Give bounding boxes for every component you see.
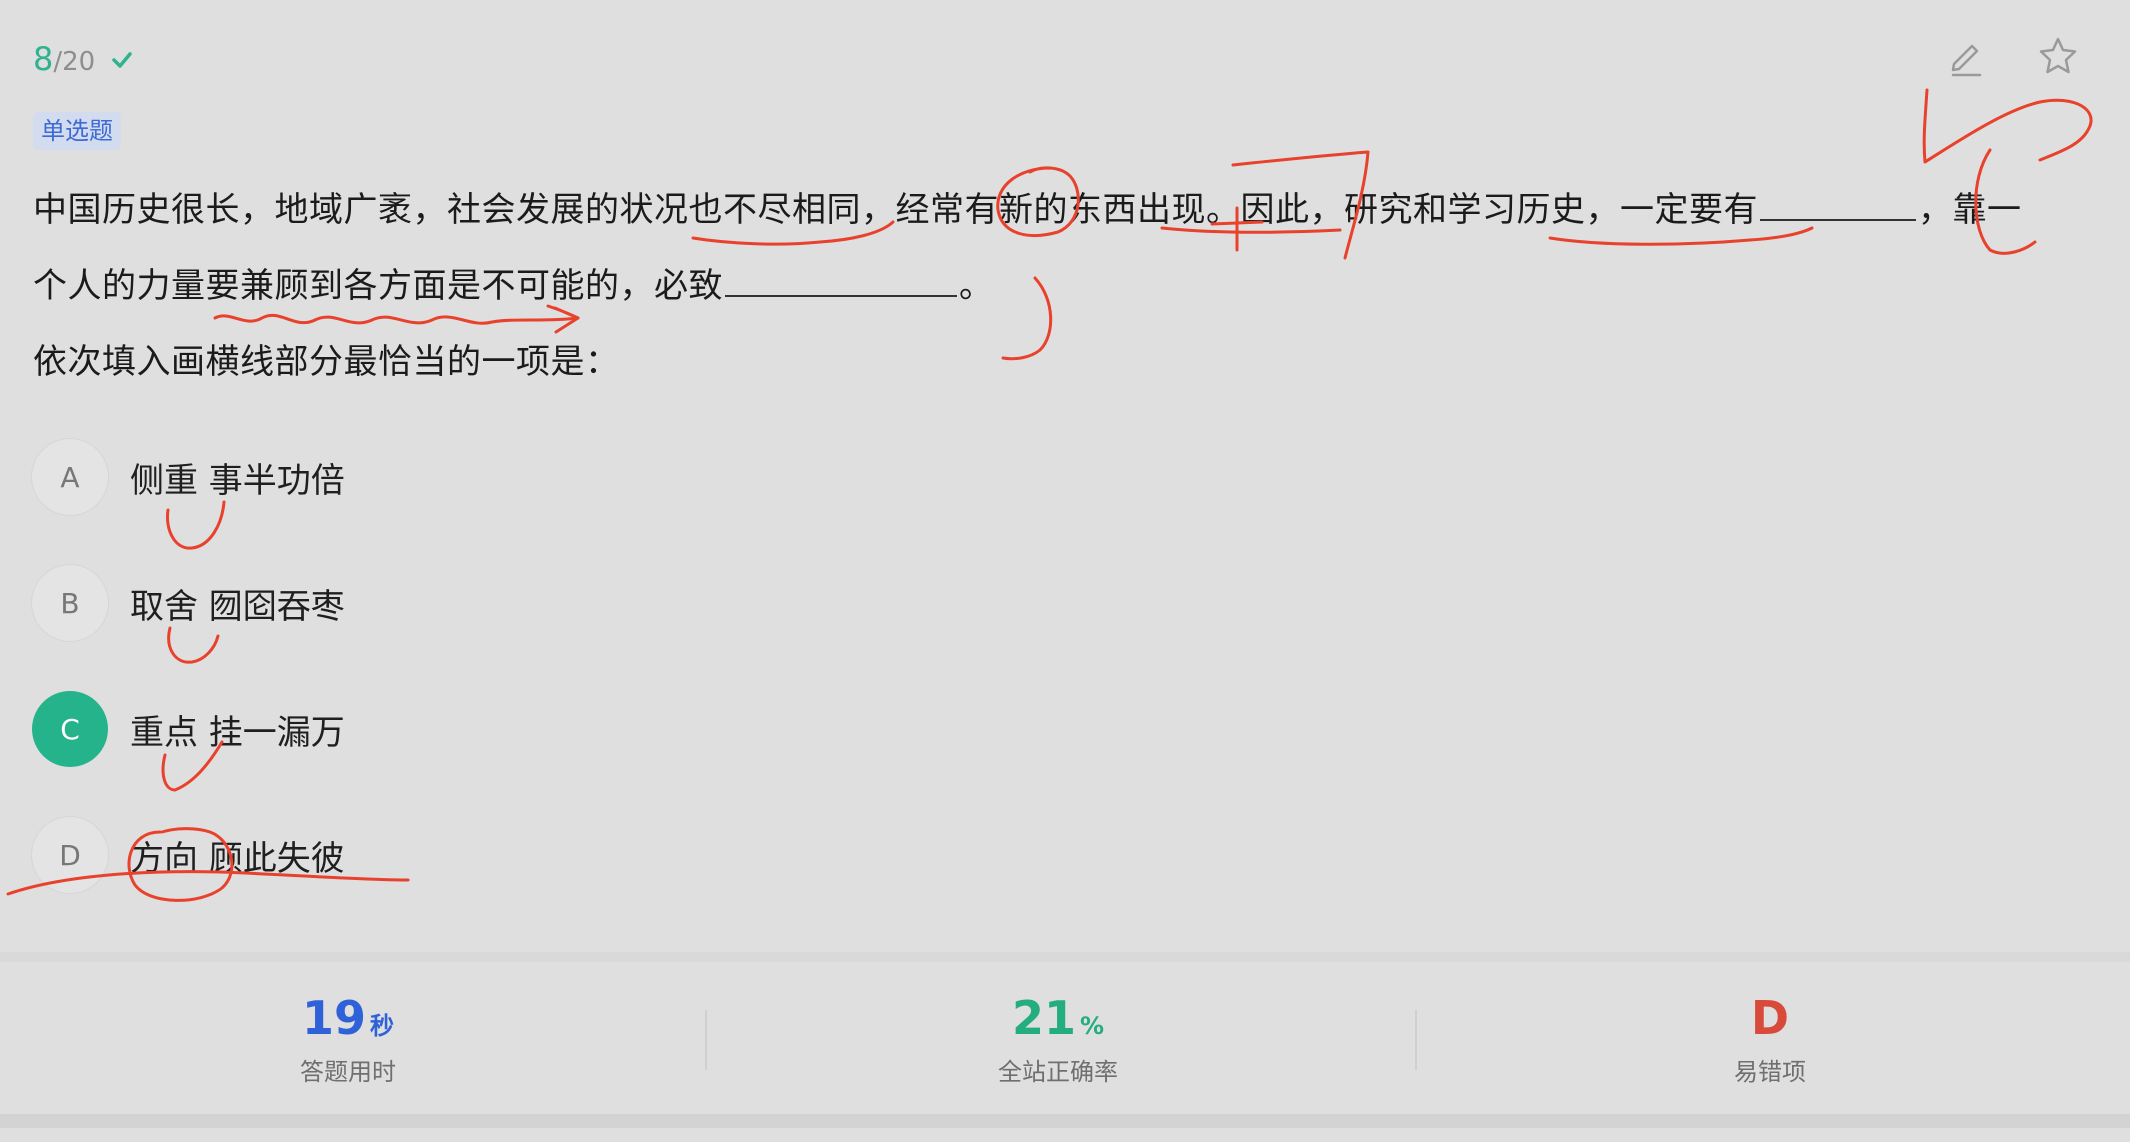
stem-text: 个人的力量要兼顾到各方面是不可能的，必致: [33, 266, 723, 306]
star-icon[interactable]: [2036, 34, 2080, 78]
question-prompt: 依次填入画横线部分最恰当的一项是：: [33, 342, 620, 382]
stat-value-row: 21%: [908, 990, 1208, 1046]
stat-unit: 秒: [370, 1012, 394, 1040]
stem-text: 中国历史很长，地域广袤，社会发展的状况也不尽相同，经常有新的东西出现。因此，研究…: [33, 190, 1758, 230]
stat-unit: %: [1079, 1012, 1105, 1040]
blank-2: [725, 259, 957, 297]
option-letter[interactable]: D: [32, 817, 108, 893]
option-c-selected[interactable]: C 重点 挂一漏万: [32, 689, 345, 769]
progress-current: 8: [33, 40, 54, 78]
stat-label: 答题用时: [300, 1058, 396, 1086]
option-b[interactable]: B 取舍 囫囵吞枣: [32, 563, 345, 643]
stat-common-wrong: D 易错项: [1620, 990, 1920, 1087]
option-letter[interactable]: B: [32, 565, 108, 641]
stat-value: 21: [1011, 991, 1076, 1045]
stat-label: 全站正确率: [998, 1058, 1118, 1086]
stat-value: D: [1750, 991, 1790, 1045]
bottom-bar: [0, 1114, 2130, 1128]
option-text: 方向 顾此失彼: [130, 838, 345, 879]
stat-label: 易错项: [1734, 1058, 1806, 1086]
stat-separator: [705, 1010, 707, 1070]
question-stem: 中国历史很长，地域广袤，社会发展的状况也不尽相同，经常有新的东西出现。因此，研究…: [33, 172, 2083, 400]
check-icon: [112, 52, 132, 68]
edit-icon[interactable]: [1944, 34, 1988, 78]
option-text: 侧重 事半功倍: [130, 460, 345, 501]
option-d[interactable]: D 方向 顾此失彼: [32, 815, 345, 895]
stat-answer-time: 19 秒 答题用时: [198, 990, 498, 1087]
question-page: 8 / 20 单选题 中国历史很长，地域广袤，社会发展的状况也不尽相同，经常有新…: [0, 0, 2130, 1142]
stat-separator: [1415, 1010, 1417, 1070]
stem-line-1: 中国历史很长，地域广袤，社会发展的状况也不尽相同，经常有新的东西出现。因此，研究…: [33, 172, 2083, 248]
stem-text: ，靠一: [1918, 190, 2022, 230]
stem-line-2: 个人的力量要兼顾到各方面是不可能的，必致 。: [33, 248, 2083, 324]
option-letter[interactable]: C: [32, 691, 108, 767]
option-text: 取舍 囫囵吞枣: [130, 586, 345, 627]
stats-divider: [0, 952, 2130, 962]
blank-1: [1760, 183, 1916, 221]
stat-value-row: D: [1620, 990, 1920, 1046]
stat-value: 19: [301, 991, 366, 1045]
question-progress: 8 / 20: [33, 40, 135, 80]
option-a[interactable]: A 侧重 事半功倍: [32, 437, 345, 517]
option-letter[interactable]: A: [32, 439, 108, 515]
progress-total: 20: [62, 47, 96, 77]
stat-correct-rate: 21% 全站正确率: [908, 990, 1208, 1087]
option-text: 重点 挂一漏万: [130, 712, 345, 753]
progress-separator: /: [53, 47, 63, 77]
stem-text: 。: [959, 266, 994, 306]
stat-value-row: 19 秒: [198, 990, 498, 1046]
annotation-check-mark: [1922, 88, 2093, 164]
question-type-badge: 单选题: [33, 112, 121, 150]
